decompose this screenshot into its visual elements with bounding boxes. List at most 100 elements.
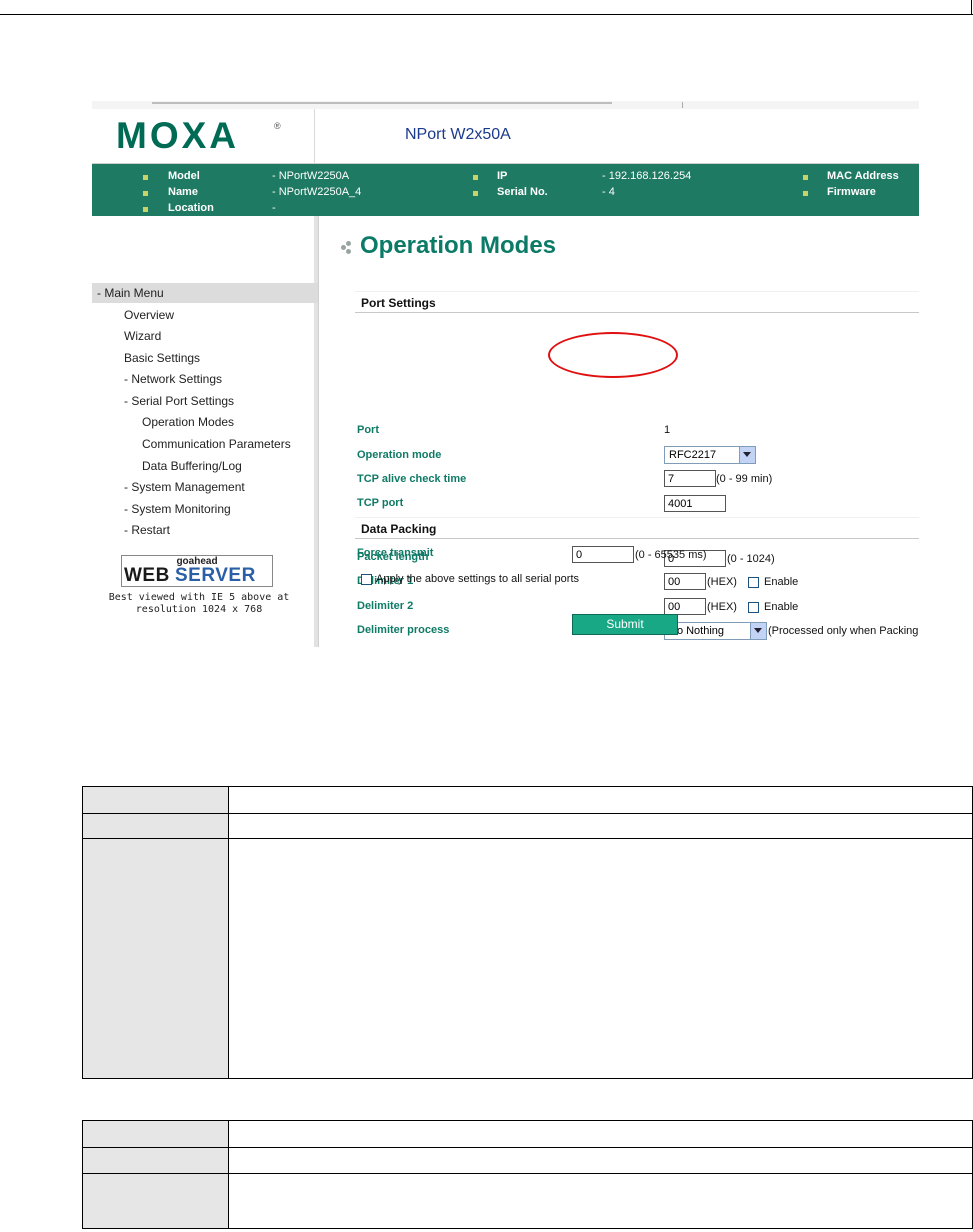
- operation-mode-label: Operation mode: [357, 449, 442, 461]
- serial-value: - 4: [602, 186, 615, 198]
- dot: [346, 241, 351, 246]
- browser-note: Best viewed with IE 5 above at resolutio…: [106, 592, 292, 616]
- table-cell: [228, 1120, 973, 1148]
- mac-label: MAC Address: [827, 170, 899, 182]
- table-row: [82, 1120, 973, 1148]
- settings-table-1: [82, 786, 973, 1079]
- operation-mode-selected: RFC2217: [669, 449, 717, 461]
- table-cell: [82, 1147, 229, 1174]
- sidebar-item-restart[interactable]: - Restart: [124, 523, 170, 537]
- sidebar-item-system-management[interactable]: - System Management: [124, 480, 245, 494]
- dot: [341, 245, 346, 250]
- ip-value: - 192.168.126.254: [602, 170, 692, 182]
- chevron-down-icon[interactable]: [739, 447, 755, 463]
- delimiter2-enable-checkbox[interactable]: [748, 602, 759, 613]
- table-cell: [228, 1147, 973, 1174]
- firmware-label: Firmware: [827, 186, 876, 198]
- submit-button[interactable]: Submit: [572, 614, 678, 635]
- highlight-oval: [548, 332, 678, 378]
- port-settings-header: Port Settings: [355, 291, 919, 313]
- page-corner-rule: [971, 0, 972, 14]
- table-cell: [82, 1120, 229, 1148]
- apply-all-label: Apply the above settings to all serial p…: [376, 573, 580, 585]
- port-settings-title: Port Settings: [361, 296, 436, 310]
- delimiter1-hex: (HEX): [707, 576, 737, 588]
- ip-label: IP: [497, 170, 508, 182]
- delimiter1-enable-checkbox[interactable]: [748, 577, 759, 588]
- sidebar-item-basic-settings[interactable]: Basic Settings: [124, 351, 200, 365]
- delimiter1-enable-label: Enable: [764, 576, 799, 588]
- sidebar-item-data-buffering-log[interactable]: Data Buffering/Log: [142, 459, 242, 473]
- console-header: MOXA ® NPort W2x50A: [92, 109, 919, 164]
- product-title: NPort W2x50A: [405, 126, 511, 143]
- sidebar-item-communication-parameters[interactable]: Communication Parameters: [142, 437, 291, 451]
- badge-server-text: SERVER: [175, 565, 256, 586]
- bullet-icon: [473, 191, 478, 196]
- bullet-icon: [803, 175, 808, 180]
- title-dots-icon: [341, 241, 355, 255]
- name-value: - NPortW2250A_4: [272, 186, 362, 198]
- registered-mark: ®: [274, 121, 281, 131]
- browser-note-line2: resolution 1024 x 768: [135, 604, 263, 615]
- data-packing-title: Data Packing: [361, 522, 437, 536]
- bullet-icon: [143, 207, 148, 212]
- table-cell: [228, 786, 973, 814]
- bullet-icon: [803, 191, 808, 196]
- location-label: Location: [168, 202, 214, 214]
- table-cell: [228, 1173, 973, 1229]
- table-row: [82, 838, 973, 1079]
- tcp-alive-label: TCP alive check time: [357, 473, 467, 485]
- model-label: Model: [168, 170, 200, 182]
- table-cell: [82, 786, 229, 814]
- delimiter-process-select[interactable]: Do Nothing: [664, 622, 767, 640]
- bullet-icon: [143, 175, 148, 180]
- operation-mode-select[interactable]: RFC2217: [664, 446, 756, 464]
- table-cell: [82, 1173, 229, 1229]
- tcp-port-input[interactable]: 4001: [664, 495, 726, 512]
- packet-length-range: (0 - 1024): [727, 553, 775, 565]
- page-top-rule: [0, 14, 973, 15]
- chevron-down-icon[interactable]: [750, 623, 766, 639]
- bullet-icon: [473, 175, 478, 180]
- apply-all-checkbox[interactable]: [361, 574, 372, 585]
- port-value: 1: [664, 424, 671, 436]
- delimiter2-input[interactable]: 00: [664, 598, 706, 615]
- dot: [346, 249, 351, 254]
- model-value: - NPortW2250A: [272, 170, 350, 182]
- device-info-bar: Model - NPortW2250A Name - NPortW2250A_4…: [92, 164, 919, 216]
- delimiter-process-note: (Processed only when Packing length is 0…: [768, 625, 919, 637]
- tcp-alive-range: (0 - 99 min): [716, 473, 773, 485]
- badge-web-text: WEB: [124, 565, 170, 586]
- browser-note-line1: Best viewed with IE 5 above at: [108, 592, 290, 603]
- page-title: Operation Modes: [360, 232, 557, 259]
- table-row: [82, 786, 973, 814]
- port-label: Port: [357, 424, 379, 436]
- delimiter2-enable-label: Enable: [764, 601, 799, 613]
- force-transmit-input[interactable]: 0: [572, 546, 634, 563]
- sidebar-item-network-settings[interactable]: - Network Settings: [124, 372, 222, 386]
- tcp-port-label: TCP port: [357, 497, 404, 509]
- data-packing-header: Data Packing: [355, 517, 919, 539]
- browser-chrome-line: [152, 102, 612, 104]
- force-transmit-range: (0 - 65535 ms): [635, 549, 707, 561]
- sidebar-item-operation-modes[interactable]: Operation Modes: [142, 415, 234, 429]
- sidebar-item-wizard[interactable]: Wizard: [124, 329, 161, 343]
- sidebar-item-overview[interactable]: Overview: [124, 308, 174, 322]
- tcp-alive-input[interactable]: 7: [664, 470, 716, 487]
- table-row: [82, 1147, 973, 1174]
- webserver-badge: goahead WEB SERVER: [121, 555, 273, 587]
- browser-chrome-tick: [682, 102, 683, 108]
- web-console-screenshot: MOXA ® NPort W2x50A Model - NPortW2250A …: [92, 101, 919, 647]
- delimiter2-label: Delimiter 2: [357, 600, 414, 612]
- table-row: [82, 813, 973, 839]
- main-menu-header[interactable]: - Main Menu: [92, 283, 318, 303]
- table-cell: [82, 838, 229, 1079]
- sidebar-item-system-monitoring[interactable]: - System Monitoring: [124, 502, 231, 516]
- logo-area: MOXA ®: [92, 109, 315, 163]
- table-cell: [82, 813, 229, 839]
- table-cell: [228, 813, 973, 839]
- delimiter1-input[interactable]: 00: [664, 573, 706, 590]
- sidebar-item-serial-port-settings[interactable]: - Serial Port Settings: [124, 394, 234, 408]
- moxa-logo: MOXA: [116, 115, 239, 156]
- serial-label: Serial No.: [497, 186, 548, 198]
